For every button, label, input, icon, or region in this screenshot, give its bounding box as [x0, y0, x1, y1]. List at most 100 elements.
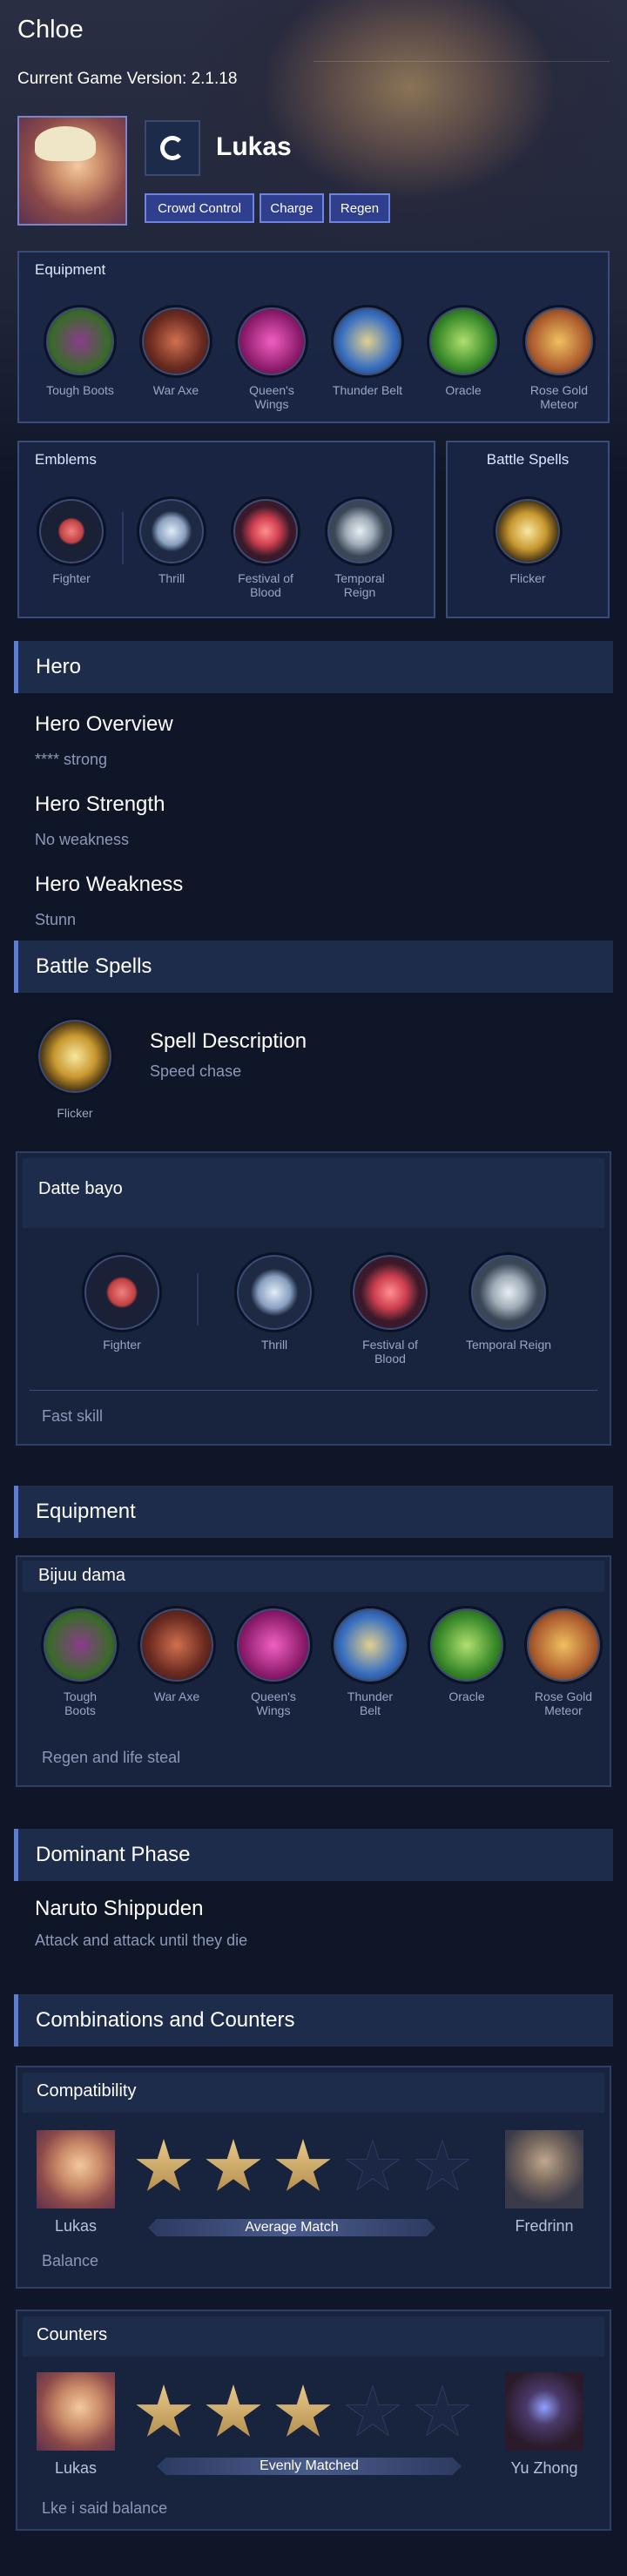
item-thunder-belt[interactable]: Thunder Belt [327, 1606, 414, 1717]
emblem-build-title: Datte bayo [38, 1179, 123, 1198]
talent-thrill[interactable]: Thrill [132, 496, 211, 585]
tag-regen: Regen [329, 193, 390, 223]
thunder-belt-icon [331, 305, 404, 378]
fredrinn-avatar[interactable] [505, 2130, 583, 2208]
counters-rating [135, 2384, 492, 2445]
item-oracle[interactable]: Oracle [424, 305, 502, 397]
item-oracle[interactable]: Oracle [423, 1606, 510, 1703]
lukas-avatar[interactable] [37, 2372, 115, 2451]
spell-label: Flicker [509, 571, 546, 585]
emblem-label: Fighter [103, 1338, 141, 1352]
thunder-belt-icon [331, 1606, 409, 1684]
talent-label: Temporal Reign [334, 571, 385, 599]
hero-strength-title: Hero Strength [35, 792, 165, 816]
item-tough-boots[interactable]: Tough Boots [37, 1606, 124, 1717]
temporal-reign-icon [325, 496, 394, 566]
emblem-fighter[interactable]: Fighter [32, 496, 111, 585]
tag-charge: Charge [260, 193, 324, 223]
thrill-icon [137, 496, 206, 566]
talent-label: Thrill [260, 1338, 288, 1352]
item-label: War Axe [152, 383, 199, 397]
war-axe-icon [139, 305, 212, 378]
hero-strength-text: No weakness [35, 831, 130, 848]
oracle-icon [427, 305, 500, 378]
item-label: Tough Boots [63, 1689, 98, 1717]
item-thunder-belt[interactable]: Thunder Belt [328, 305, 407, 397]
match-label-bar: Evenly Matched [157, 2458, 462, 2475]
talent-festival-of-blood[interactable]: Festival of Blood [347, 1252, 434, 1366]
battle-spells-panel: Battle Spells Flicker [446, 441, 610, 618]
spell-flicker-detail[interactable]: Flicker [35, 1017, 115, 1120]
equipment-panel-title: Equipment [35, 261, 106, 278]
item-war-axe[interactable]: War Axe [137, 305, 215, 397]
hero-portrait[interactable] [17, 116, 127, 226]
header-divider [314, 61, 610, 62]
spell-label: Flicker [57, 1106, 93, 1120]
rose-gold-meteor-icon [524, 1606, 603, 1684]
star-empty-icon [345, 2139, 401, 2192]
festival-of-blood-icon [231, 496, 300, 566]
star-icon [275, 2384, 331, 2438]
hero-name-label: Lukas [54, 2459, 98, 2477]
emblem-build-card: Datte bayo Fighter Thrill Festival of Bl… [16, 1151, 611, 1446]
enemy-name-label: Yu Zhong [510, 2459, 578, 2477]
talent-label: Festival of Blood [362, 1338, 418, 1366]
dominant-phase-header: Dominant Phase [14, 1829, 613, 1881]
talent-temporal-reign[interactable]: Temporal Reign [320, 496, 399, 599]
compatibility-note: Balance [42, 2252, 99, 2269]
tough-boots-icon [44, 305, 117, 378]
festival-of-blood-icon [350, 1252, 430, 1332]
player-name: Chloe [17, 16, 84, 44]
dominant-phase-desc: Attack and attack until they die [35, 1932, 248, 1949]
emblem-divider [197, 1273, 199, 1325]
emblems-panel-title: Emblems [35, 451, 97, 468]
lukas-avatar[interactable] [37, 2130, 115, 2208]
emblem-label: Fighter [52, 571, 91, 585]
hero-weakness-text: Stunn [35, 911, 77, 928]
item-queens-wings[interactable]: Queen's Wings [230, 1606, 317, 1717]
item-tough-boots[interactable]: Tough Boots [41, 305, 119, 397]
battle-spells-section-header: Battle Spells [14, 941, 613, 993]
hero-overview-title: Hero Overview [35, 712, 173, 736]
fighter-role-icon [145, 120, 200, 176]
counters-card: Counters Lukas Yu Zhong Evenly Matched L… [16, 2310, 611, 2531]
star-icon [136, 2384, 192, 2438]
item-queens-wings[interactable]: Queen's Wings [233, 305, 311, 411]
card-divider [30, 1390, 597, 1391]
hero-section-header: Hero [14, 641, 613, 693]
equipment-build-note: Regen and life steal [42, 1749, 181, 1766]
dominant-phase-name: Naruto Shippuden [35, 1897, 204, 1920]
thrill-icon [234, 1252, 314, 1332]
hero-name: Lukas [216, 132, 292, 161]
equipment-section-header: Equipment [14, 1486, 613, 1538]
match-label-bar: Average Match [148, 2219, 435, 2236]
hero-weakness-title: Hero Weakness [35, 873, 184, 896]
spell-flicker[interactable]: Flicker [489, 496, 567, 585]
star-icon [206, 2139, 261, 2192]
star-empty-icon [415, 2139, 470, 2192]
item-rose-gold-meteor[interactable]: Rose Gold Meteor [520, 1606, 607, 1717]
counters-note: Lke i said balance [42, 2499, 168, 2517]
compatibility-title: Compatibility [37, 2081, 137, 2101]
flicker-icon [36, 1017, 114, 1096]
talent-festival-of-blood[interactable]: Festival of Blood [226, 496, 305, 599]
talent-temporal-reign[interactable]: Temporal Reign [465, 1252, 552, 1352]
item-label: Thunder Belt [347, 1689, 394, 1717]
item-label: Queen's Wings [251, 1689, 296, 1717]
item-label: Queen's Wings [249, 383, 294, 411]
item-war-axe[interactable]: War Axe [133, 1606, 220, 1703]
emblem-build-note: Fast skill [42, 1407, 104, 1425]
star-icon [136, 2139, 192, 2192]
item-rose-gold-meteor[interactable]: Rose Gold Meteor [520, 305, 598, 411]
counters-header [23, 2316, 604, 2357]
yu-zhong-avatar[interactable] [505, 2372, 583, 2451]
talent-thrill[interactable]: Thrill [231, 1252, 318, 1352]
star-icon [206, 2384, 261, 2438]
compatibility-card: Compatibility Lukas Fredrinn Average Mat… [16, 2066, 611, 2289]
queens-wings-icon [235, 305, 308, 378]
battle-spells-panel-title: Battle Spells [486, 451, 570, 468]
talent-label: Temporal Reign [465, 1338, 552, 1352]
emblem-fighter[interactable]: Fighter [78, 1252, 165, 1352]
game-version: Current Game Version: 2.1.18 [17, 70, 238, 88]
item-label: Thunder Belt [332, 383, 403, 397]
